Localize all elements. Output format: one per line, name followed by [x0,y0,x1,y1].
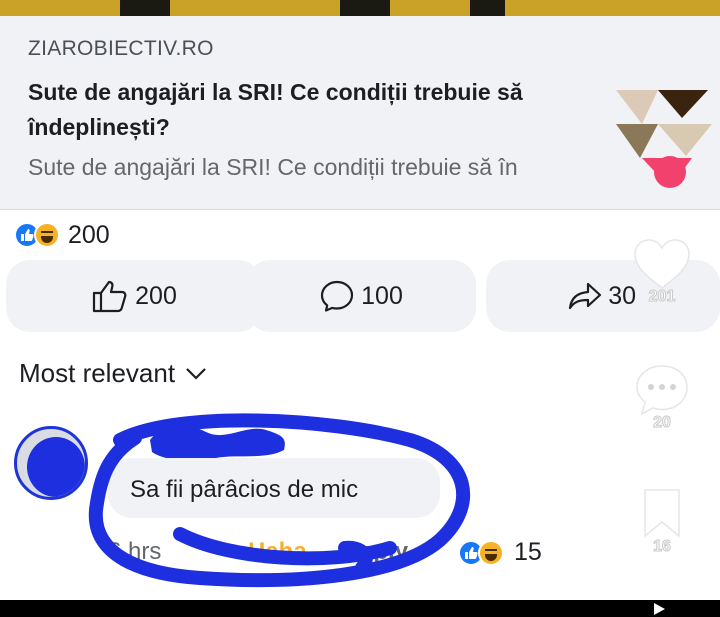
link-thumbnail[interactable] [612,84,720,192]
side-comment-count: 20 [653,414,672,432]
side-heart-count: 201 [648,288,676,306]
comment-haha-icon [478,539,504,566]
video-control-bar [0,600,720,617]
haha-icon [34,222,60,248]
like-count: 200 [135,281,177,310]
play-icon[interactable] [654,603,665,615]
comment-reaction-count: 15 [514,538,542,566]
comment-timestamp: 6 hrs [108,538,162,565]
haha-reaction-button[interactable]: Haha [248,538,307,566]
comment-count: 100 [361,281,403,310]
reply-button[interactable]: Reply [343,538,408,566]
link-domain: ZIAROBIECTIV.RO [28,37,214,60]
heart-icon [634,239,690,289]
side-like-control[interactable]: 201 [630,236,694,306]
reaction-summary[interactable]: 200 [14,221,110,249]
chat-bubble-icon [636,365,688,416]
comment-meta: 6 hrs Haha Reply [108,536,408,568]
side-save-control[interactable]: 16 [630,486,694,556]
comments-sort-dropdown[interactable]: Most relevant [19,358,207,389]
comment-text: Sa fii pârâcios de mic [130,476,359,503]
side-comment-control[interactable]: 20 [630,362,694,432]
commenter-avatar[interactable] [14,426,88,500]
link-snippet: Sute de angajări la SRI! Ce condiții tre… [28,154,518,180]
side-bookmark-count: 16 [653,538,672,556]
comment-button[interactable]: 100 [246,260,476,332]
comment-icon [321,280,354,312]
sort-label: Most relevant [19,358,176,388]
like-button[interactable]: 200 [6,260,262,332]
comment-reactions[interactable]: 15 [458,538,542,567]
bookmark-icon [644,489,680,538]
chevron-down-icon [186,367,206,380]
post-image-bottom-edge[interactable] [0,0,720,16]
reaction-count: 200 [68,220,110,249]
link-headline[interactable]: Sute de angajări la SRI! Ce condiții tre… [28,75,628,145]
share-arrow-icon [569,282,602,310]
thumbs-up-icon [93,280,127,313]
